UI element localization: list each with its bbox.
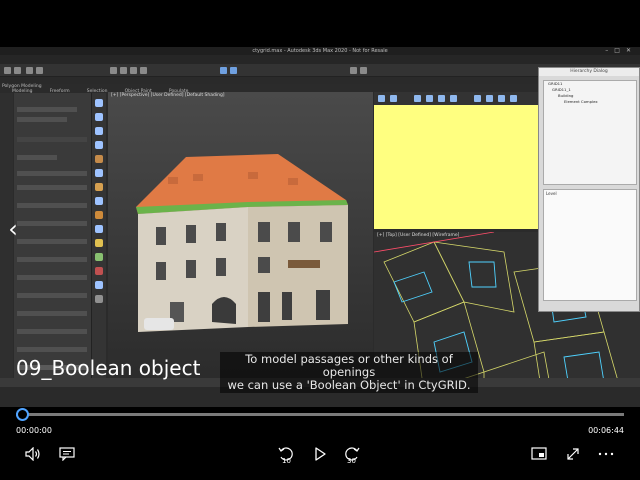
forward-seconds: 30 [347,457,356,465]
tool-icon [95,197,103,205]
redo-icon [14,67,21,74]
viewport-label: [+] [Perspective] [User Defined] [Defaul… [111,93,225,98]
tree-item[interactable]: Element Complex [544,99,636,105]
rotate-icon [130,67,137,74]
tool-icon [95,267,103,275]
render-icon [360,67,367,74]
tool-icon [95,183,103,191]
ctygrid-side-toolbar [92,93,106,383]
tool-icon [95,225,103,233]
tool-icon [95,113,103,121]
tool-icon [95,239,103,247]
hierarchy-dialog[interactable]: Hierarchy Dialog GRID11 GRID11_1 Buildin… [538,67,640,312]
viewport-label: [+] [Top] [User Defined] [Wireframe] [377,233,460,238]
play-button[interactable] [309,443,331,465]
select-icon [110,67,117,74]
max-window-title: ctygrid.max - Autodesk 3ds Max 2020 - No… [0,47,640,55]
render-setup-icon [350,67,357,74]
move-icon [120,67,127,74]
previous-chapter-icon[interactable]: ‹ [4,214,22,244]
max-mode-label: Polygon Modeling [2,84,42,89]
time-current: 00:00:00 [16,426,52,435]
tool-icon [95,281,103,289]
unlink-icon [36,67,43,74]
tool-icon [95,141,103,149]
tool-icon [95,127,103,135]
building-model [136,154,348,332]
tool-icon [95,155,103,163]
tool-icon [95,253,103,261]
perspective-viewport[interactable]: [+] [Perspective] [User Defined] [Defaul… [108,92,373,392]
tool-icon [95,295,103,303]
seek-bar[interactable] [16,413,624,416]
hierarchy-tree[interactable]: GRID11 GRID11_1 Building Element Complex [543,80,637,185]
subtitle-caption: To model passages or other kinds of open… [220,352,478,393]
scale-icon [140,67,147,74]
level-list-title: Level [546,191,557,196]
time-total: 00:06:44 [588,426,624,435]
subtitle-line: we can use a 'Boolean Object' in CtyGRID… [227,378,471,392]
volume-icon [25,447,40,461]
video-player: ctygrid.max - Autodesk 3ds Max 2020 - No… [0,0,640,480]
max-window-buttons: –□✕ [605,47,637,54]
level-list[interactable]: Level [543,189,637,301]
tool-icon [95,169,103,177]
more-icon [598,452,614,456]
forward-button[interactable]: 30 [341,443,363,465]
texture-viewport[interactable] [374,105,539,229]
angle-snap-icon [230,67,237,74]
snap-icon [220,67,227,74]
hierarchy-dialog-title: Hierarchy Dialog [539,68,639,76]
more-options-button[interactable] [595,443,617,465]
volume-button[interactable] [22,443,44,465]
captions-button[interactable] [56,443,78,465]
tool-icon [95,99,103,107]
ctygrid-command-panel [14,93,92,383]
rewind-button[interactable]: 10 [275,443,297,465]
play-icon [315,447,326,461]
captions-icon [59,447,75,461]
seek-thumb[interactable] [16,408,29,421]
rewind-seconds: 10 [282,457,291,465]
fullscreen-button[interactable] [562,443,584,465]
undo-icon [4,67,11,74]
tool-icon [95,211,103,219]
chapter-title: 09_Boolean object [16,356,201,380]
link-icon [26,67,33,74]
miniview-icon [531,447,547,460]
viewport-toolbar [374,92,539,105]
fullscreen-icon [567,448,579,460]
max-menu-bar: File Edit Tools Group Views Create Modif… [0,55,640,72]
subtitle-line: To model passages or other kinds of open… [245,352,453,379]
miniview-button[interactable] [528,443,550,465]
